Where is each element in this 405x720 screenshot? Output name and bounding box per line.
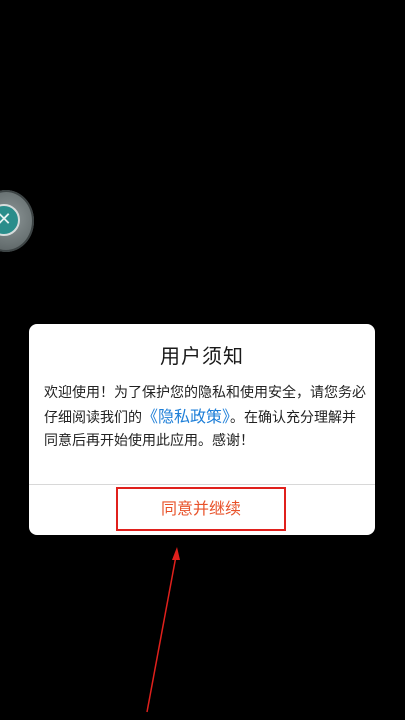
close-x-icon: ✕ [0, 209, 12, 230]
floating-assistant-ball[interactable]: ✕ [0, 190, 34, 252]
agree-and-continue-button[interactable]: 同意并继续 [116, 487, 286, 531]
dialog-divider [29, 484, 375, 485]
privacy-policy-link[interactable]: 《隐私政策》 [142, 407, 230, 426]
floating-ball-core: ✕ [0, 204, 20, 236]
annotation-arrow-line [146, 555, 177, 713]
annotation-arrow-head [172, 547, 180, 560]
dialog-title: 用户须知 [160, 344, 244, 368]
screen: ✕ 用户须知 欢迎使用！为了保护您的隐私和使用安全，请您务必仔细阅读我们的《隐私… [0, 0, 405, 720]
dialog-body: 欢迎使用！为了保护您的隐私和使用安全，请您务必仔细阅读我们的《隐私政策》。在确认… [44, 382, 366, 453]
user-notice-dialog: 用户须知 欢迎使用！为了保护您的隐私和使用安全，请您务必仔细阅读我们的《隐私政策… [29, 324, 375, 535]
